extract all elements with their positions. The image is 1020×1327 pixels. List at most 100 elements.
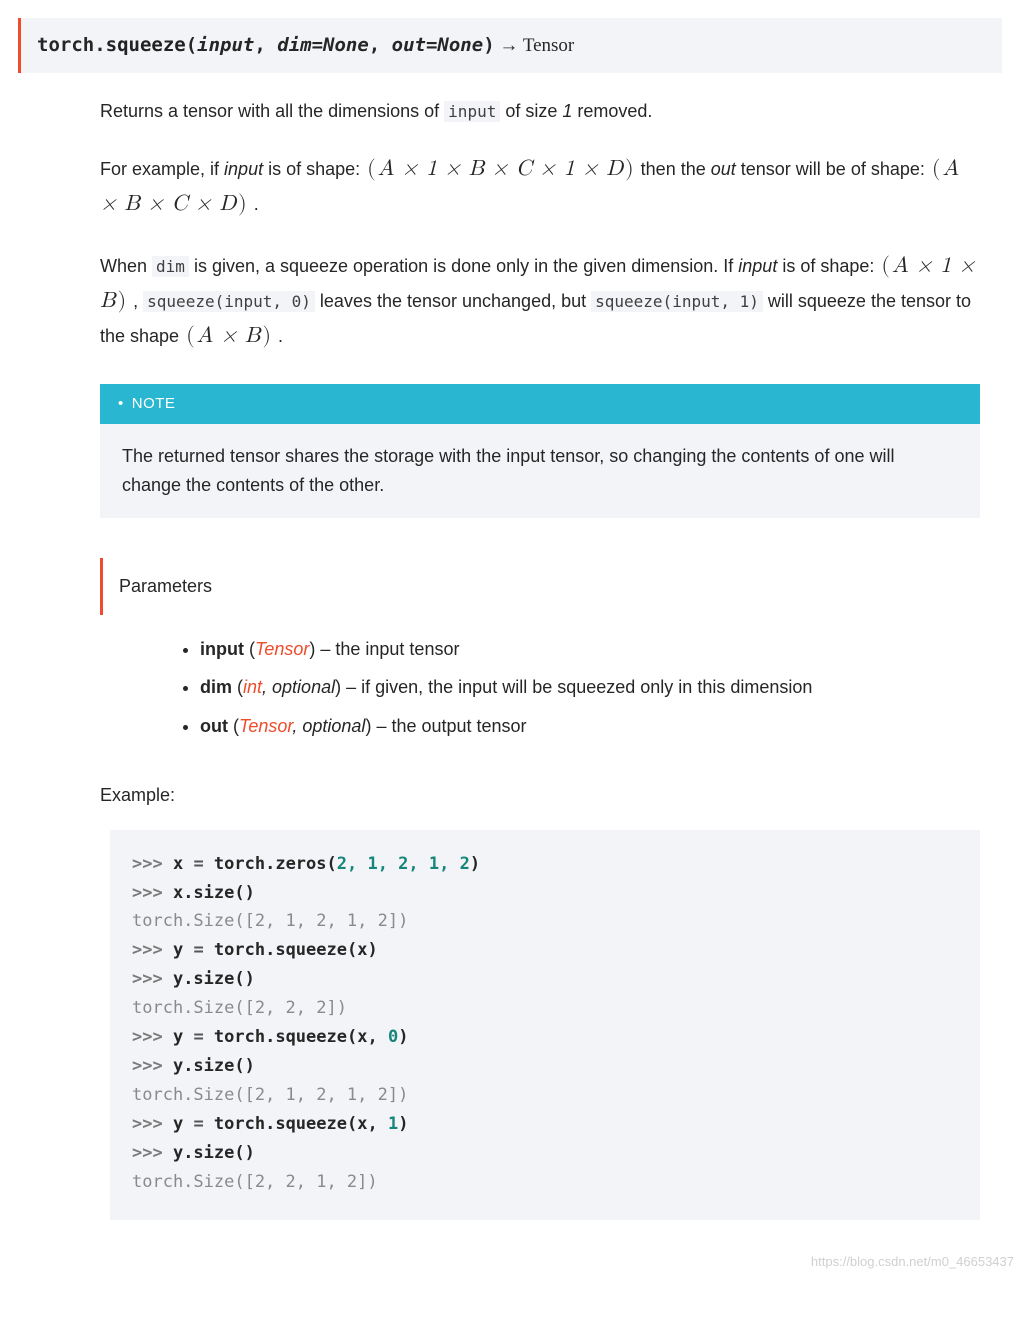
math-open: ( [365,158,378,180]
param-desc: – the output tensor [371,716,526,736]
math-expr: A × B [197,325,261,347]
sig-arg-out: out=None [392,34,484,56]
code: torch.squeeze [214,1027,347,1047]
param-desc: – the input tensor [315,639,459,659]
code: y [173,940,183,960]
code: () [234,1143,254,1163]
code: (x, [347,1027,388,1047]
example-codeblock: >>> x = torch.zeros(2, 1, 2, 1, 2) >>> x… [110,830,980,1221]
output: torch.Size([2, 1, 2, 1, 2]) [132,1085,408,1105]
math-close: ) [236,193,249,215]
text: is given, a squeeze operation is done on… [189,256,738,276]
param-type-link[interactable]: Tensor [239,716,292,736]
text: is of shape: [777,256,879,276]
param-out: out (Tensor, optional) – the output tens… [200,712,980,741]
math-close: ) [260,325,273,347]
text: of size [500,101,562,121]
code: y.size [173,1143,234,1163]
param-name: out [200,716,228,736]
text: is of shape: [263,159,365,179]
output: torch.Size([2, 1, 2, 1, 2]) [132,911,408,931]
sig-comma: , [369,34,392,56]
code-dim: dim [152,256,189,277]
param-optional: , optional [262,677,335,697]
text: tensor will be of shape: [736,159,930,179]
text: removed. [572,101,652,121]
code-squeeze1: squeeze(input, 1) [591,291,763,312]
code-input: input [444,101,500,122]
code: x.size [173,883,234,903]
sig-return-type: Tensor [523,35,574,56]
italic-out: out [711,159,736,179]
code: y [173,1114,183,1134]
example-shape-paragraph: For example, if input is of shape: (A × … [100,152,980,222]
code: = [183,940,214,960]
watermark: https://blog.csdn.net/m0_46653437 [0,1248,1020,1281]
prompt: >>> [132,1056,173,1076]
code: x [173,854,183,874]
param-desc: – if given, the input will be squeezed o… [341,677,812,697]
math-open: ( [879,255,892,277]
prompt: >>> [132,1027,173,1047]
code: ) [398,1114,408,1134]
code: = [183,1114,214,1134]
code: 0 [388,1027,398,1047]
italic-input: input [224,159,263,179]
italic-input: input [738,256,777,276]
param-name: dim [200,677,232,697]
function-signature: torch.squeeze(input, dim=None, out=None)… [18,18,1002,73]
text-one: 1 [562,101,572,121]
output: torch.Size([2, 2, 1, 2]) [132,1172,378,1192]
math-close: ) [623,158,636,180]
param-type-link[interactable]: Tensor [255,639,309,659]
math-shape-result: (A × B) [184,325,273,347]
sig-arrow: → [495,35,523,56]
code: ) [398,1027,408,1047]
parameters-list: input (Tensor) – the input tensor dim (i… [180,635,980,741]
code: ) [470,854,480,874]
code: y.size [173,969,234,989]
param-type-link[interactable]: int [243,677,262,697]
math-expr: A × 1 × B × C × 1 × D [378,158,623,180]
text: Returns a tensor with all the dimensions… [100,101,444,121]
code: torch.squeeze [214,1114,347,1134]
prompt: >>> [132,1143,173,1163]
output: torch.Size([2, 2, 2]) [132,998,347,1018]
note-title: NOTE [100,384,980,424]
code: (x) [347,940,378,960]
prompt: >>> [132,854,173,874]
math-shape-in: (A × 1 × B × C × 1 × D) [365,158,636,180]
text: . [273,326,283,346]
code: () [234,1056,254,1076]
code-squeeze0: squeeze(input, 0) [143,291,315,312]
summary-paragraph: Returns a tensor with all the dimensions… [100,97,980,126]
sig-comma: , [254,34,277,56]
code: y [173,1027,183,1047]
text: When [100,256,152,276]
code: 1 [388,1114,398,1134]
doc-body: Returns a tensor with all the dimensions… [0,97,1020,1250]
sig-close-paren: ) [483,34,494,56]
sig-open-paren: ( [186,34,197,56]
prompt: >>> [132,1114,173,1134]
example-label: Example: [100,781,980,810]
prompt: >>> [132,883,173,903]
sig-arg-input: input [197,34,254,56]
param-input: input (Tensor) – the input tensor [200,635,980,664]
code: () [234,969,254,989]
code: torch.zeros [214,854,327,874]
param-dim: dim (int, optional) – if given, the inpu… [200,673,980,702]
math-open: ( [184,325,197,347]
note-admonition: NOTE The returned tensor shares the stor… [100,384,980,518]
code: = [183,854,214,874]
parameters-heading: Parameters [100,558,980,615]
sig-arg-dim: dim=None [277,34,369,56]
code: (x, [347,1114,388,1134]
code: y.size [173,1056,234,1076]
note-body: The returned tensor shares the storage w… [100,424,980,518]
param-optional: , optional [292,716,365,736]
text: For example, if [100,159,224,179]
text: then the [636,159,711,179]
text: , [128,291,143,311]
text: . [249,194,259,214]
